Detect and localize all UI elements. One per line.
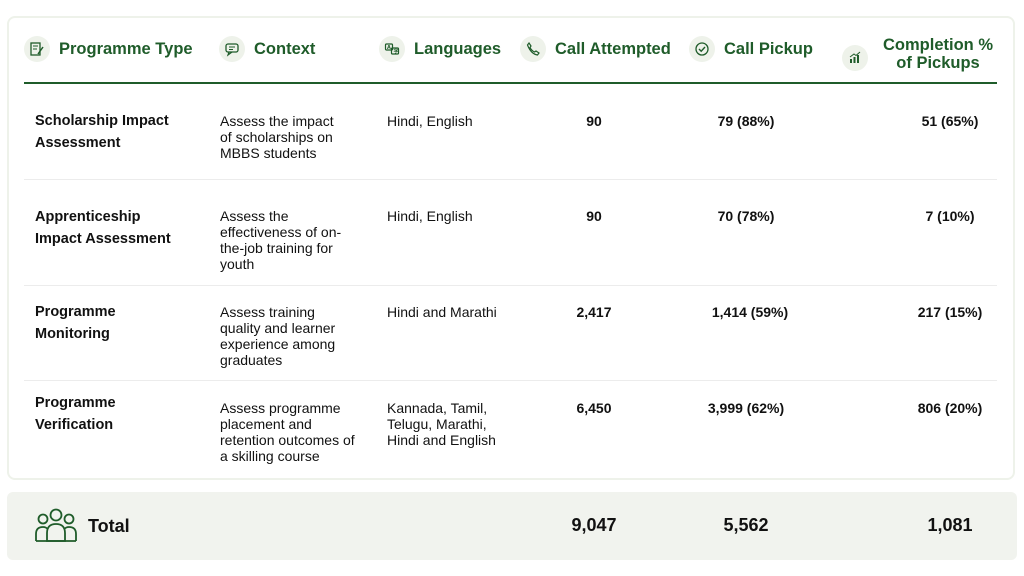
text-line: Hindi and Marathi (387, 304, 497, 320)
text-line: Monitoring (35, 326, 110, 342)
check-circle-icon (689, 36, 715, 62)
text-line: Assess training (220, 304, 315, 320)
document-pen-icon (24, 36, 50, 62)
total-completion: 1,081 (927, 515, 973, 535)
row-1-call-attempted: 90 (586, 113, 602, 129)
chat-bubble-icon (219, 36, 245, 62)
header-label: Context (254, 39, 316, 58)
total-label: Total (88, 516, 130, 536)
text-line: placement and (220, 416, 312, 432)
row-4-completion: 806 (20%) (917, 400, 983, 416)
header-label: Languages (414, 39, 502, 58)
row-3-context: Assess training quality and learner expe… (220, 304, 370, 368)
header-languages: A字 Languages (379, 36, 501, 62)
translate-icon: A字 (379, 36, 405, 62)
header-label-line: Completion % (883, 36, 993, 54)
row-1-call-pickup: 79 (88%) (717, 113, 775, 129)
header-label: Programme Type (59, 39, 193, 58)
row-3-programme-type: Programme Monitoring (35, 301, 205, 345)
row-3-call-attempted: 2,417 (576, 304, 612, 320)
text-line: Assess the (220, 208, 289, 224)
row-divider (24, 179, 997, 180)
row-divider (24, 285, 997, 286)
row-4-languages: Kannada, Tamil, Telugu, Marathi, Hindi a… (387, 400, 517, 448)
header-divider (24, 82, 997, 84)
row-2-completion: 7 (10%) (925, 208, 975, 224)
svg-text:字: 字 (394, 48, 399, 55)
text-line: Hindi, English (387, 208, 473, 224)
row-divider (24, 380, 997, 381)
header-label-line: of Pickups (896, 54, 980, 72)
row-1-languages: Hindi, English (387, 113, 517, 129)
text-line: Apprenticeship (35, 209, 141, 225)
text-line: Telugu, Marathi, (387, 416, 487, 432)
header-label: Call Pickup (724, 39, 813, 58)
text-line: Programme (35, 395, 116, 411)
text-line: Kannada, Tamil, (387, 400, 488, 416)
text-line: the-job training for (220, 240, 333, 256)
row-2-languages: Hindi, English (387, 208, 517, 224)
row-1-programme-type: Scholarship Impact Assessment (35, 110, 205, 154)
row-3-completion: 217 (15%) (917, 304, 983, 320)
row-2-call-attempted: 90 (586, 208, 602, 224)
text-line: experience among (220, 336, 336, 352)
text-line: a skilling course (220, 448, 320, 464)
text-line: Impact Assessment (35, 231, 171, 247)
text-line: MBBS students (220, 145, 317, 161)
svg-text:A: A (387, 45, 391, 51)
header-context: Context (219, 36, 315, 62)
header-completion: Completion % of Pickups (842, 36, 993, 72)
row-4-context: Assess programme placement and retention… (220, 400, 380, 464)
header-call-pickup: Call Pickup (689, 36, 813, 62)
row-1-context: Assess the impact of scholarships on MBB… (220, 113, 370, 161)
bar-chart-icon (842, 45, 868, 71)
text-line: effectiveness of on- (220, 224, 342, 240)
text-line: Assess programme (220, 400, 341, 416)
total-call-pickup: 5,562 (723, 515, 769, 535)
row-4-call-attempted: 6,450 (576, 400, 612, 416)
row-3-languages: Hindi and Marathi (387, 304, 517, 320)
row-4-call-pickup: 3,999 (62%) (707, 400, 785, 416)
phone-icon (520, 36, 546, 62)
text-line: Assess the impact (220, 113, 334, 129)
row-3-call-pickup: 1,414 (59%) (711, 304, 789, 320)
header-call-attempted: Call Attempted (520, 36, 671, 62)
row-2-programme-type: Apprenticeship Impact Assessment (35, 206, 205, 250)
row-2-context: Assess the effectiveness of on- the-job … (220, 208, 370, 272)
row-4-programme-type: Programme Verification (35, 392, 205, 436)
people-group-icon (35, 508, 77, 542)
text-line: Programme (35, 304, 116, 320)
text-line: quality and learner (220, 320, 336, 336)
header-label: Call Attempted (555, 39, 671, 58)
row-2-call-pickup: 70 (78%) (717, 208, 775, 224)
row-1-completion: 51 (65%) (921, 113, 979, 129)
text-line: Scholarship Impact (35, 113, 169, 129)
text-line: graduates (220, 352, 283, 368)
text-line: Hindi and English (387, 432, 496, 448)
text-line: of scholarships on (220, 129, 333, 145)
text-line: Assessment (35, 135, 121, 151)
text-line: Hindi, English (387, 113, 473, 129)
total-row (7, 492, 1017, 560)
total-call-attempted: 9,047 (571, 515, 617, 535)
text-line: youth (220, 256, 255, 272)
text-line: retention outcomes of (220, 432, 355, 448)
text-line: Verification (35, 417, 114, 433)
header-label: Completion % of Pickups (883, 36, 993, 72)
header-programme-type: Programme Type (24, 36, 193, 62)
